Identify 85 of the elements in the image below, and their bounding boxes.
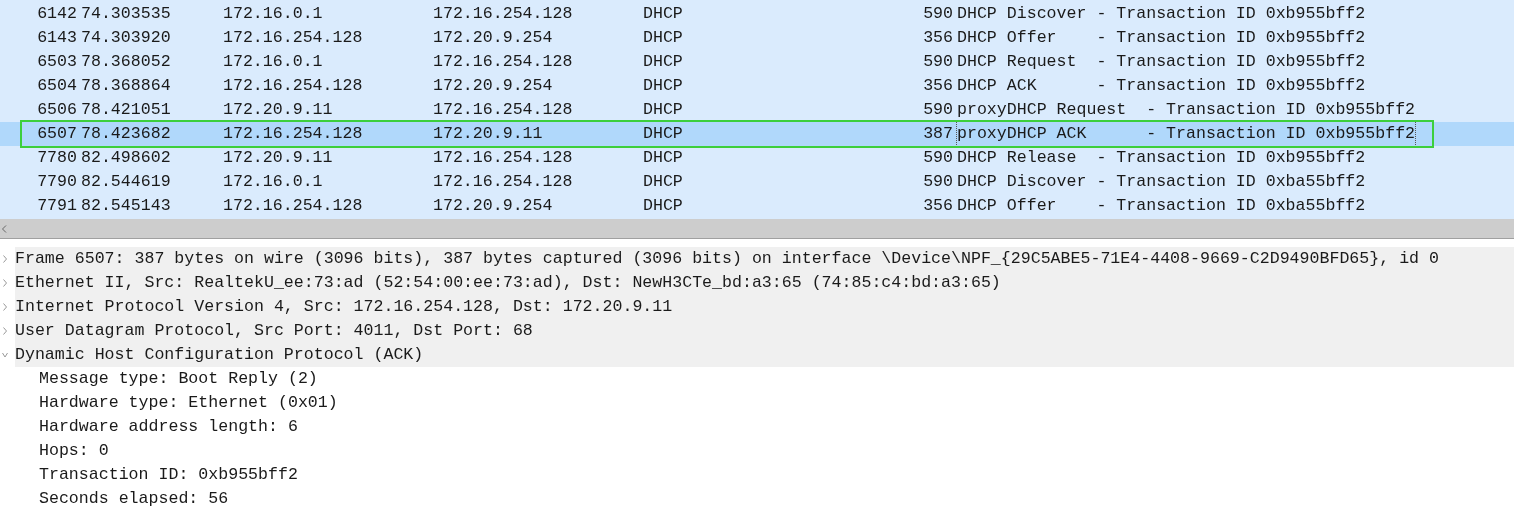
- horizontal-scrollbar[interactable]: [0, 219, 1514, 239]
- source-cell-text: 172.16.254.128: [223, 123, 364, 145]
- tree-item[interactable]: Hops: 0: [39, 441, 109, 460]
- time-cell-text: 78.421051: [80, 99, 172, 121]
- destination-cell-text: 172.20.9.11: [433, 123, 544, 145]
- scroll-left-icon[interactable]: [1, 224, 7, 233]
- info-cell-text: DHCP Offer - Transaction ID 0xba55bff2: [957, 195, 1366, 217]
- info-cell-text: DHCP Offer - Transaction ID 0xb955bff2: [957, 27, 1366, 49]
- number-cell-text: 7790: [36, 171, 78, 193]
- info-cell-text: proxyDHCP Request - Transaction ID 0xb955bff2: [957, 99, 1416, 121]
- destination-cell-text: 172.20.9.254: [433, 195, 554, 217]
- packet-row[interactable]: 6503 78.368052 172.16.0.1 172.16.254.128 DHCP 590 DHCP Request - Transaction ID 0xb955bff2: [0, 50, 1514, 74]
- source-cell-text: 172.20.9.11: [223, 99, 334, 121]
- destination-cell-text: 172.16.254.128: [433, 99, 574, 121]
- source-cell-text: 172.16.0.1: [223, 171, 324, 193]
- protocol-cell-text: DHCP: [643, 27, 684, 49]
- number-cell-text: 6507: [36, 123, 78, 145]
- packet-row[interactable]: 7780 82.498602 172.20.9.11 172.16.254.128 DHCP 590 DHCP Release - Transaction ID 0xb955bff2: [0, 146, 1514, 170]
- source-cell-text: 172.20.9.11: [223, 147, 334, 169]
- packet-row[interactable]: 7790 82.544619 172.16.0.1 172.16.254.128 DHCP 590 DHCP Discover - Transaction ID 0xba55bff2: [0, 170, 1514, 194]
- number-cell-text: 6506: [36, 99, 78, 121]
- source-cell-text: 172.16.254.128: [223, 75, 364, 97]
- source-cell-text: 172.16.0.1: [223, 3, 324, 25]
- time-cell-text: 78.423682: [80, 123, 172, 145]
- tree-item[interactable]: Message type: Boot Reply (2): [39, 369, 318, 388]
- tree-item[interactable]: Hardware address length: 6: [39, 417, 298, 436]
- tree-item[interactable]: Hardware type: Ethernet (0x01): [39, 393, 338, 412]
- tree-item[interactable]: Dynamic Host Configuration Protocol (ACK): [15, 343, 1514, 367]
- destination-cell-text: 172.16.254.128: [433, 3, 574, 25]
- length-cell-text: 387: [922, 123, 953, 145]
- length-cell-text: 590: [922, 171, 953, 193]
- tree-item[interactable]: User Datagram Protocol, Src Port: 4011, Dst Port: 68: [15, 319, 1514, 343]
- number-cell-text: 6504: [36, 75, 78, 97]
- number-cell-text: 6143: [36, 27, 78, 49]
- tree-item[interactable]: Ethernet II, Src: RealtekU_ee:73:ad (52:54:00:ee:73:ad), Dst: NewH3CTe_bd:a3:65 (74:85:c4:bd:a3:65): [15, 271, 1514, 295]
- destination-cell-text: 172.16.254.128: [433, 147, 574, 169]
- time-cell-text: 78.368864: [80, 75, 172, 97]
- number-cell-text: 7791: [36, 195, 78, 217]
- info-cell-text: DHCP ACK - Transaction ID 0xb955bff2: [957, 75, 1366, 97]
- time-cell-text: 82.498602: [80, 147, 172, 169]
- time-cell-text: 82.544619: [80, 171, 172, 193]
- destination-cell-text: 172.20.9.254: [433, 75, 554, 97]
- protocol-cell-text: DHCP: [643, 171, 684, 193]
- packet-row[interactable]: 6506 78.421051 172.20.9.11 172.16.254.128 DHCP 590 proxyDHCP Request - Transaction ID 0xb955bff2: [0, 98, 1514, 122]
- protocol-cell-text: DHCP: [643, 3, 684, 25]
- protocol-cell-text: DHCP: [643, 99, 684, 121]
- destination-cell-text: 172.16.254.128: [433, 51, 574, 73]
- length-cell-text: 590: [922, 147, 953, 169]
- source-cell-text: 172.16.0.1: [223, 51, 324, 73]
- info-cell: proxyDHCP ACK - Transaction ID 0xb955bff2: [957, 122, 1416, 146]
- info-cell-text: DHCP Request - Transaction ID 0xb955bff2: [957, 51, 1366, 73]
- packet-row[interactable]: 7791 82.545143 172.16.254.128 172.20.9.254 DHCP 356 DHCP Offer - Transaction ID 0xba55bff2: [0, 194, 1514, 218]
- protocol-cell-text: DHCP: [643, 51, 684, 73]
- length-cell-text: 356: [922, 27, 953, 49]
- number-cell-text: 6142: [36, 3, 78, 25]
- tree-item[interactable]: Internet Protocol Version 4, Src: 172.16.254.128, Dst: 172.20.9.11: [15, 295, 1514, 319]
- destination-cell-text: 172.16.254.128: [433, 171, 574, 193]
- protocol-cell-text: DHCP: [643, 75, 684, 97]
- source-cell-text: 172.16.254.128: [223, 27, 364, 49]
- number-cell-text: 7780: [36, 147, 78, 169]
- tree-item[interactable]: Frame 6507: 387 bytes on wire (3096 bits), 387 bytes captured (3096 bits) on interface \Device\NPF_{29C5ABE5-71E4-4408-9669-C2D9490BFD65}, id 0: [15, 247, 1514, 271]
- info-cell-text: DHCP Discover - Transaction ID 0xba55bff2: [957, 171, 1366, 193]
- time-cell-text: 74.303535: [80, 3, 172, 25]
- length-cell-text: 356: [922, 75, 953, 97]
- protocol-cell-text: DHCP: [643, 123, 684, 145]
- destination-cell-text: 172.20.9.254: [433, 27, 554, 49]
- tree-item[interactable]: Seconds elapsed: 56: [39, 489, 229, 508]
- info-cell-text: DHCP Discover - Transaction ID 0xb955bff2: [957, 3, 1366, 25]
- number-cell-text: 6503: [36, 51, 78, 73]
- length-cell-text: 590: [922, 3, 953, 25]
- info-cell-text: DHCP Release - Transaction ID 0xb955bff2: [957, 147, 1366, 169]
- protocol-cell-text: DHCP: [643, 195, 684, 217]
- protocol-cell-text: DHCP: [643, 147, 684, 169]
- time-cell-text: 74.303920: [80, 27, 172, 49]
- length-cell-text: 590: [922, 99, 953, 121]
- length-cell-text: 356: [922, 195, 953, 217]
- packet-row[interactable]: 6507 78.423682 172.16.254.128 172.20.9.11 DHCP 387 proxyDHCP ACK - Transaction ID 0xb955bff2: [0, 122, 1514, 146]
- time-cell-text: 82.545143: [80, 195, 172, 217]
- source-cell-text: 172.16.254.128: [223, 195, 364, 217]
- packet-row[interactable]: 6143 74.303920 172.16.254.128 172.20.9.254 DHCP 356 DHCP Offer - Transaction ID 0xb955bff2: [0, 26, 1514, 50]
- packet-row[interactable]: 6142 74.303535 172.16.0.1 172.16.254.128 DHCP 590 DHCP Discover - Transaction ID 0xb955bff2: [0, 2, 1514, 26]
- packet-row[interactable]: 6504 78.368864 172.16.254.128 172.20.9.254 DHCP 356 DHCP ACK - Transaction ID 0xb955bff2: [0, 74, 1514, 98]
- tree-item[interactable]: Transaction ID: 0xb955bff2: [39, 465, 298, 484]
- time-cell-text: 78.368052: [80, 51, 172, 73]
- length-cell-text: 590: [922, 51, 953, 73]
